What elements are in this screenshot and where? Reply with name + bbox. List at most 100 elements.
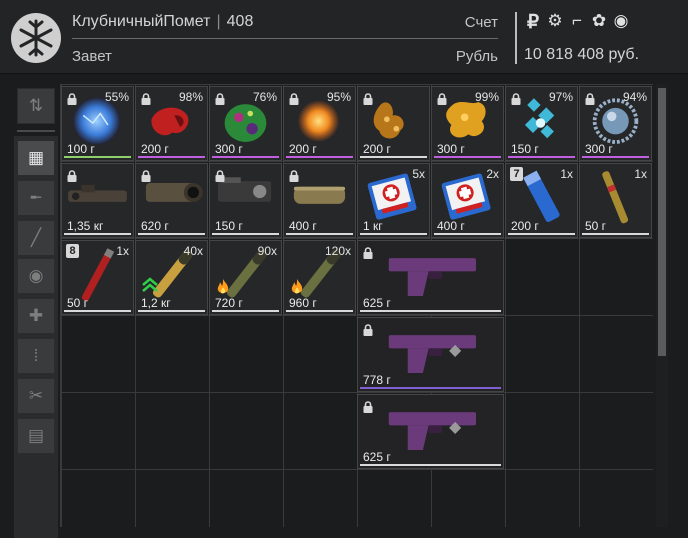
item-rarity-bar	[286, 233, 353, 235]
inventory-header: КлубничныйПомет | 408 Завет Счет Рубль ₽ ⚙…	[0, 0, 688, 74]
gear-icon[interactable]: ⚙	[546, 11, 564, 34]
item-weight: 778 г	[363, 373, 391, 387]
inventory-item[interactable]: 55% 100 г	[61, 86, 134, 161]
item-count: 2x	[486, 167, 499, 181]
item-rarity-bar	[64, 233, 131, 235]
item-weight: 50 г	[67, 296, 89, 310]
category-weapons-button[interactable]: ╾	[17, 180, 55, 216]
lock-icon	[141, 170, 151, 182]
item-count: 1x	[116, 244, 129, 258]
inventory-item[interactable]: 90x 720 г	[209, 240, 282, 315]
item-rarity-bar	[64, 156, 131, 158]
item-weight: 400 г	[437, 219, 465, 233]
item-rarity-bar	[360, 387, 501, 389]
category-ammo-button[interactable]: ⁞	[17, 338, 55, 374]
item-durability: 95%	[326, 90, 351, 104]
category-medicine-button[interactable]: ✚	[17, 298, 55, 334]
inventory-item[interactable]: 94% 300 г	[579, 86, 652, 161]
item-weight: 200 г	[289, 142, 317, 156]
lock-icon	[141, 93, 151, 105]
item-weight: 100 г	[67, 142, 95, 156]
inventory-item[interactable]: 2x 400 г	[431, 163, 504, 238]
item-rarity-bar	[360, 233, 427, 235]
faction-logo	[11, 13, 61, 63]
inventory-item[interactable]: 8 1x 50 г	[61, 240, 134, 315]
item-count: 5x	[412, 167, 425, 181]
inventory-item[interactable]: 76% 300 г	[209, 86, 282, 161]
inventory-item[interactable]: 1,35 кг	[61, 163, 134, 238]
category-melee-button[interactable]: ╱	[17, 220, 55, 256]
item-durability: 76%	[252, 90, 277, 104]
inventory-item[interactable]: 97% 150 г	[505, 86, 578, 161]
flower-icon[interactable]: ✿	[590, 11, 608, 34]
lock-icon	[289, 93, 299, 105]
item-durability: 99%	[474, 90, 499, 104]
faction-name: Завет	[72, 48, 112, 65]
ammo-icon: ⁞	[33, 346, 39, 365]
inventory-item[interactable]: 95% 200 г	[283, 86, 356, 161]
item-rarity-bar	[286, 156, 353, 158]
inventory-item[interactable]: 5x 1 кг	[357, 163, 430, 238]
item-weight: 400 г	[289, 219, 317, 233]
item-rarity-bar	[360, 464, 501, 466]
item-rarity-bar	[64, 310, 131, 312]
inventory-item[interactable]: 625 г	[357, 394, 504, 469]
inventory-item[interactable]: 120x 960 г	[283, 240, 356, 315]
inventory-item[interactable]: 400 г	[283, 163, 356, 238]
category-all-button[interactable]: ▦	[17, 140, 55, 176]
item-weight: 300 г	[585, 142, 613, 156]
inventory-item[interactable]: 200 г	[357, 86, 430, 161]
item-weight: 1,35 кг	[67, 219, 104, 233]
inventory-item[interactable]: 98% 200 г	[135, 86, 208, 161]
lock-icon	[215, 170, 225, 182]
item-weight: 50 г	[585, 219, 607, 233]
category-tools-button[interactable]: ✂	[17, 378, 55, 414]
item-count: 120x	[324, 244, 351, 258]
lock-icon	[289, 170, 299, 182]
player-name: КлубничныйПомет | 408	[72, 13, 253, 31]
item-rarity-bar	[212, 156, 279, 158]
item-rarity-bar	[434, 233, 501, 235]
sidebar-divider	[17, 130, 55, 132]
item-rarity-bar	[582, 156, 649, 158]
item-weight: 300 г	[215, 142, 243, 156]
item-rarity-bar	[138, 310, 205, 312]
coin-icon[interactable]: ◉	[612, 11, 630, 34]
player-name-text: КлубничныйПомет	[72, 13, 211, 30]
inventory-item[interactable]: 40x 1,2 кг	[135, 240, 208, 315]
item-rarity-bar	[434, 156, 501, 158]
name-separator: |	[216, 13, 221, 30]
item-weight: 960 г	[289, 296, 317, 310]
inventory-item[interactable]: 1x 50 г	[579, 163, 652, 238]
inventory-item[interactable]: 150 г	[209, 163, 282, 238]
inventory-item[interactable]: 7 1x 200 г	[505, 163, 578, 238]
category-misc-button[interactable]: ▤	[17, 418, 55, 454]
account-label: Счет	[464, 14, 498, 31]
header-divider	[72, 38, 498, 39]
lock-icon	[437, 93, 447, 105]
item-weight: 150 г	[511, 142, 539, 156]
lock-icon	[511, 93, 521, 105]
ruble-icon[interactable]: ₽	[524, 11, 542, 34]
inventory-item[interactable]: 625 г	[357, 240, 504, 315]
item-rarity-bar	[138, 233, 205, 235]
money-balance: 10 818 408 руб.	[524, 46, 640, 63]
item-durability: 98%	[178, 90, 203, 104]
sort-button[interactable]: ⇅	[17, 88, 55, 124]
lock-icon	[363, 93, 373, 105]
medkit-icon: ✚	[28, 306, 44, 325]
rank-chevron-icon	[142, 277, 158, 298]
inventory-scrollbar[interactable]	[656, 84, 668, 527]
inventory-item[interactable]: 99% 300 г	[431, 86, 504, 161]
item-weight: 1,2 кг	[141, 296, 171, 310]
lock-icon	[215, 93, 225, 105]
boot-icon[interactable]: ⌐	[568, 11, 586, 34]
item-weight: 620 г	[141, 219, 169, 233]
inventory-item[interactable]: 778 г	[357, 317, 504, 392]
item-weight: 625 г	[363, 296, 391, 310]
item-count: 1x	[634, 167, 647, 181]
inventory-item[interactable]: 620 г	[135, 163, 208, 238]
item-number-badge: 8	[66, 244, 79, 258]
scrollbar-thumb[interactable]	[658, 88, 666, 356]
category-artifacts-button[interactable]: ◉	[17, 258, 55, 294]
